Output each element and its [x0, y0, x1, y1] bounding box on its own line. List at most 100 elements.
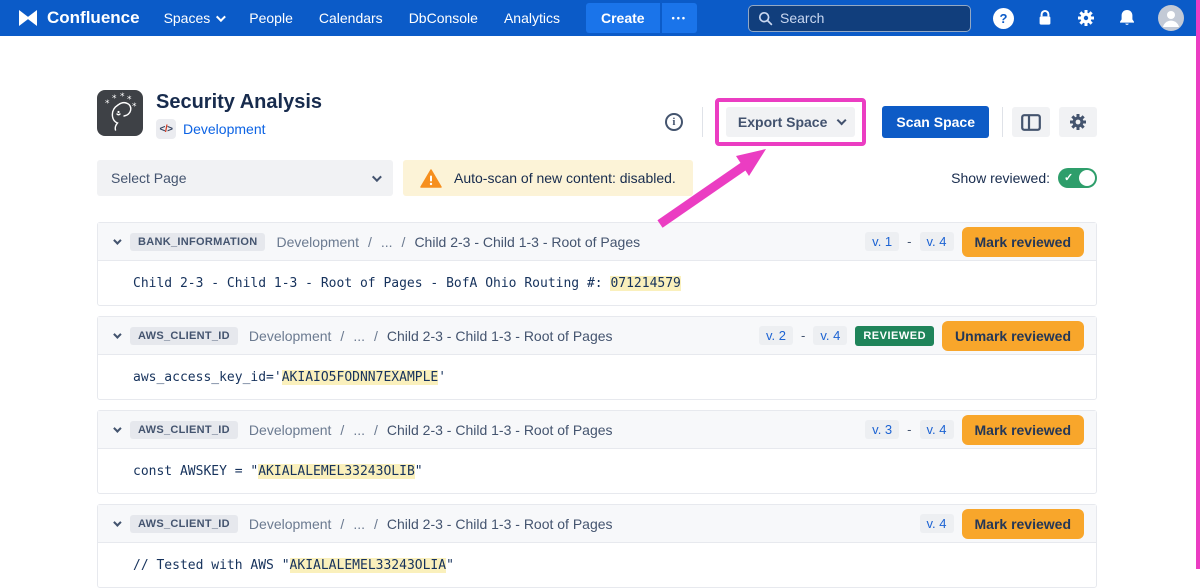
- version-badge[interactable]: v. 2: [759, 326, 793, 345]
- breadcrumb: Development / ... / Child 2-3 - Child 1-…: [249, 328, 613, 344]
- breadcrumb-page[interactable]: Child 2-3 - Child 1-3 - Root of Pages: [387, 516, 613, 532]
- svg-text:*: *: [132, 102, 137, 112]
- nav-item-analytics[interactable]: Analytics: [504, 10, 560, 26]
- findings-list: BANK_INFORMATION Development / ... / Chi…: [97, 222, 1097, 588]
- settings-gear-icon: [1068, 112, 1088, 132]
- show-reviewed-toggle[interactable]: ✓: [1058, 168, 1097, 188]
- breadcrumb-page[interactable]: Child 2-3 - Child 1-3 - Root of Pages: [387, 328, 613, 344]
- chevron-down-icon: [216, 12, 226, 22]
- secret-highlight: AKIALALEMEL33243OLIB: [258, 464, 415, 479]
- code-space-icon: </>: [156, 119, 176, 139]
- finding-card: AWS_CLIENT_ID Development / ... / Child …: [97, 504, 1097, 588]
- nav-item-dbconsole[interactable]: DbConsole: [409, 10, 478, 26]
- nav-item-people[interactable]: People: [249, 10, 293, 26]
- finding-actions: v. 1 - v. 4 Mark reviewed: [865, 227, 1084, 257]
- version-badge[interactable]: v. 4: [920, 514, 954, 533]
- divider: [1002, 107, 1003, 137]
- collapse-chevron-icon[interactable]: [113, 518, 121, 526]
- brand[interactable]: Confluence: [16, 6, 140, 30]
- controls-row: Select Page Auto-scan of new content: di…: [97, 160, 1097, 196]
- finding-header: BANK_INFORMATION Development / ... / Chi…: [98, 223, 1096, 261]
- admin-gear-icon[interactable]: [1076, 8, 1096, 28]
- space-link[interactable]: Development: [183, 121, 266, 137]
- breadcrumb-page[interactable]: Child 2-3 - Child 1-3 - Root of Pages: [414, 234, 640, 250]
- finding-actions: v. 2 - v. 4 REVIEWED Unmark reviewed: [759, 321, 1084, 351]
- toggle-knob: [1079, 170, 1095, 186]
- mark-reviewed-button[interactable]: Mark reviewed: [962, 509, 1085, 539]
- space-sub-row: </> Development: [156, 119, 322, 139]
- export-space-button[interactable]: Export Space: [726, 107, 855, 137]
- collapse-chevron-icon[interactable]: [113, 424, 121, 432]
- finding-actions: v. 4 Mark reviewed: [920, 509, 1085, 539]
- warning-text: Auto-scan of new content: disabled.: [454, 170, 676, 186]
- nav-icon-group: ?: [993, 5, 1184, 31]
- search-input[interactable]: [780, 10, 961, 26]
- finding-snippet: const AWSKEY = "AKIALALEMEL33243OLIB": [98, 449, 1096, 493]
- version-badge[interactable]: v. 4: [920, 420, 954, 439]
- collapse-chevron-icon[interactable]: [113, 236, 121, 244]
- info-icon[interactable]: i: [665, 113, 683, 131]
- finding-snippet: // Tested with AWS "AKIALALEMEL33243OLIA…: [98, 543, 1096, 587]
- mark-reviewed-button[interactable]: Mark reviewed: [962, 227, 1085, 257]
- breadcrumb: Development / ... / Child 2-3 - Child 1-…: [249, 422, 613, 438]
- check-icon: ✓: [1064, 171, 1073, 184]
- sidebar-layout-button[interactable]: [1012, 107, 1050, 137]
- finding-snippet: aws_access_key_id='AKIAIO5FODNN7EXAMPLE': [98, 355, 1096, 399]
- breadcrumb: Development / ... / Child 2-3 - Child 1-…: [249, 516, 613, 532]
- mark-reviewed-button[interactable]: Mark reviewed: [962, 415, 1085, 445]
- unmark-reviewed-button[interactable]: Unmark reviewed: [942, 321, 1084, 351]
- show-reviewed-control: Show reviewed: ✓: [951, 168, 1097, 188]
- collapse-chevron-icon[interactable]: [113, 330, 121, 338]
- help-icon[interactable]: ?: [993, 8, 1014, 29]
- select-page-dropdown[interactable]: Select Page: [97, 160, 393, 196]
- chevron-down-icon: [372, 172, 382, 182]
- finding-actions: v. 3 - v. 4 Mark reviewed: [865, 415, 1084, 445]
- show-reviewed-label: Show reviewed:: [951, 170, 1050, 186]
- code-line: aws_access_key_id='AKIAIO5FODNN7EXAMPLE': [133, 370, 446, 385]
- code-line: Child 2-3 - Child 1-3 - Root of Pages - …: [133, 276, 681, 291]
- finding-header: AWS_CLIENT_ID Development / ... / Child …: [98, 411, 1096, 449]
- search-icon: [758, 11, 773, 26]
- nav-item-spaces[interactable]: Spaces: [164, 10, 224, 26]
- finding-header: AWS_CLIENT_ID Development / ... / Child …: [98, 505, 1096, 543]
- user-avatar[interactable]: [1158, 5, 1184, 31]
- version-badge[interactable]: v. 4: [813, 326, 847, 345]
- space-settings-button[interactable]: [1059, 107, 1097, 137]
- code-line: const AWSKEY = "AKIALALEMEL33243OLIB": [133, 464, 423, 479]
- secret-highlight: AKIAIO5FODNN7EXAMPLE: [282, 370, 439, 385]
- sidebar-layout-icon: [1021, 114, 1041, 131]
- title-block: Security Analysis </> Development: [156, 90, 322, 146]
- notifications-bell-icon[interactable]: [1117, 8, 1137, 28]
- reviewed-badge: REVIEWED: [855, 326, 934, 346]
- annotation-highlight-box: Export Space: [715, 98, 866, 146]
- autoscan-warning-banner: Auto-scan of new content: disabled.: [403, 160, 693, 196]
- nav-menu: Spaces People Calendars DbConsole Analyt…: [164, 10, 560, 26]
- lock-icon[interactable]: [1035, 8, 1055, 28]
- chevron-down-icon: [837, 115, 847, 125]
- finding-card: BANK_INFORMATION Development / ... / Chi…: [97, 222, 1097, 306]
- svg-text:*: *: [105, 99, 110, 109]
- more-actions-button[interactable]: •••: [662, 3, 697, 33]
- page-content: ***** Security Analysis </> Development …: [0, 90, 1200, 588]
- search-box[interactable]: [748, 5, 971, 32]
- svg-text:*: *: [120, 92, 125, 102]
- finding-snippet: Child 2-3 - Child 1-3 - Root of Pages - …: [98, 261, 1096, 305]
- finding-card: AWS_CLIENT_ID Development / ... / Child …: [97, 410, 1097, 494]
- nav-item-calendars[interactable]: Calendars: [319, 10, 383, 26]
- finding-type-badge: AWS_CLIENT_ID: [130, 327, 238, 345]
- space-avatar: *****: [97, 90, 143, 136]
- header-actions: i Export Space Scan Space: [665, 98, 1097, 146]
- secret-highlight: AKIALALEMEL33243OLIA: [290, 558, 447, 573]
- breadcrumb: Development / ... / Child 2-3 - Child 1-…: [276, 234, 640, 250]
- version-badge[interactable]: v. 4: [920, 232, 954, 251]
- version-badge[interactable]: v. 1: [865, 232, 899, 251]
- finding-type-badge: AWS_CLIENT_ID: [130, 421, 238, 439]
- create-button[interactable]: Create: [586, 3, 660, 33]
- version-badge[interactable]: v. 3: [865, 420, 899, 439]
- breadcrumb-page[interactable]: Child 2-3 - Child 1-3 - Root of Pages: [387, 422, 613, 438]
- scan-space-button[interactable]: Scan Space: [882, 106, 989, 138]
- warning-icon: [420, 169, 442, 188]
- space-header: ***** Security Analysis </> Development …: [97, 90, 1097, 146]
- top-navigation: Confluence Spaces People Calendars DbCon…: [0, 0, 1200, 36]
- annotation-border-strip: [1196, 0, 1200, 569]
